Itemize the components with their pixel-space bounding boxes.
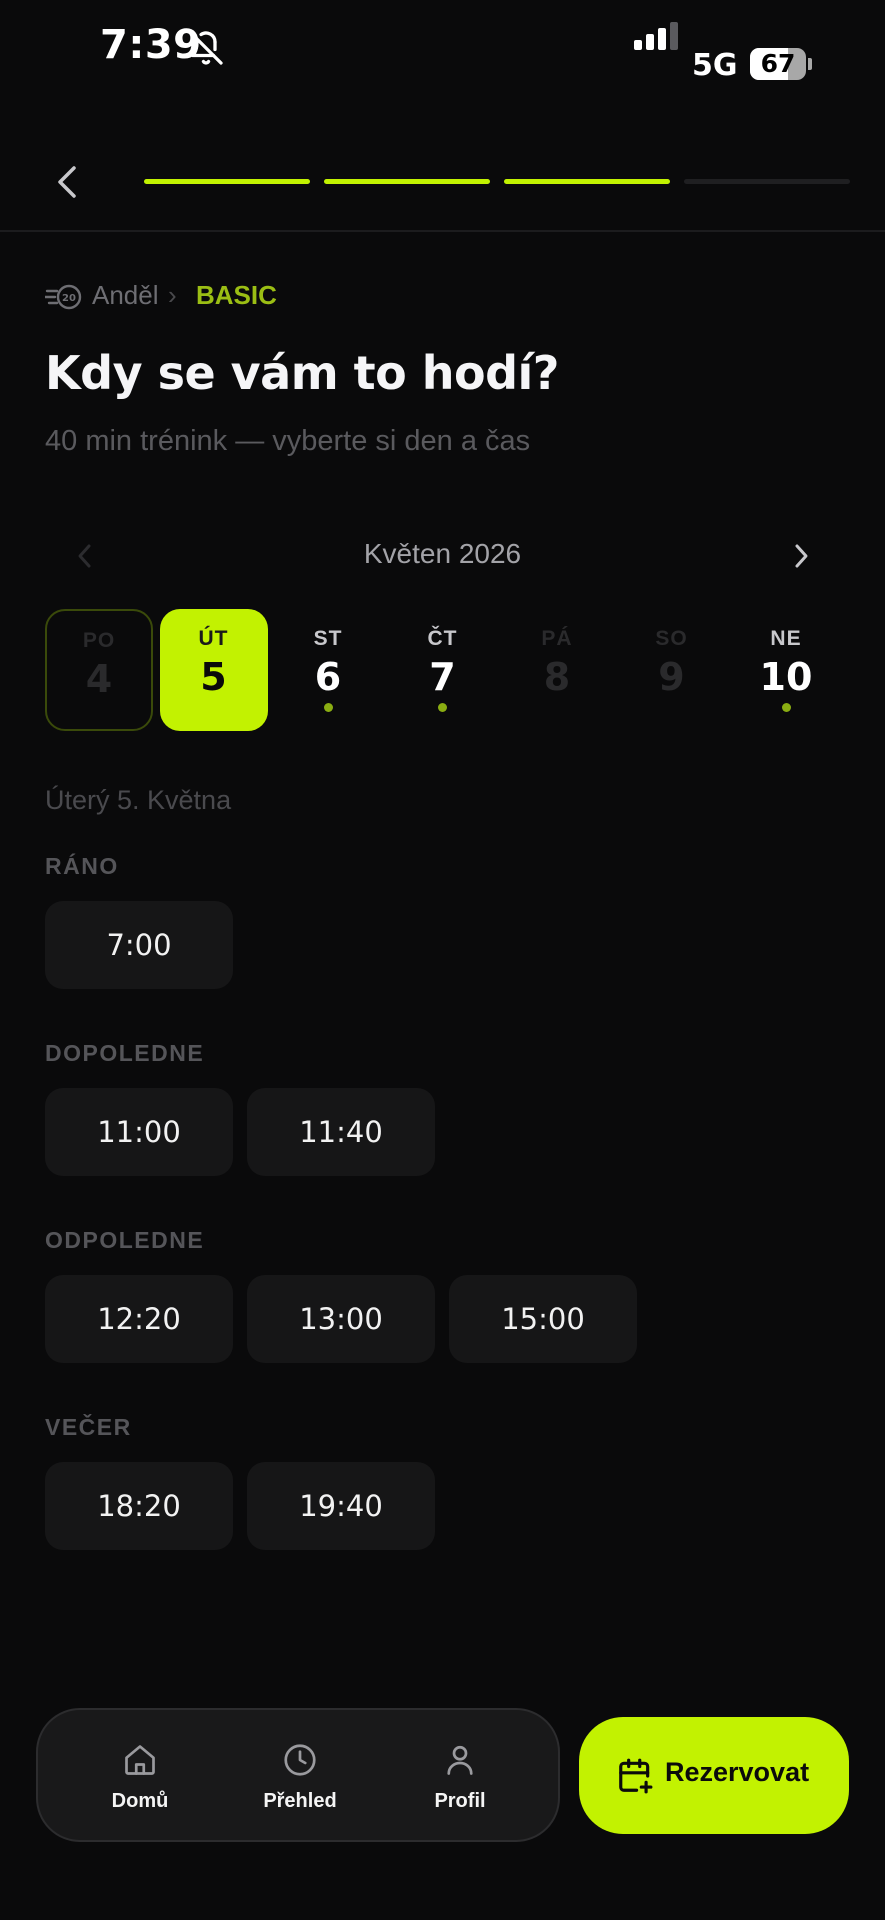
day-item[interactable]: NE 10 [732,609,840,731]
time-slot[interactable]: 11:00 [45,1088,233,1176]
day-of-week: ÚT [198,627,229,650]
home-icon [125,1745,155,1775]
day-item[interactable]: PÁ 8 [503,609,611,731]
day-number: 6 [314,655,342,699]
day-item[interactable]: SO 9 [618,609,726,731]
nav-label: Profil [434,1790,486,1812]
day-of-week: ST [313,627,343,650]
progress-segment [504,179,670,184]
day-item[interactable]: PO 4 [45,609,153,731]
battery-percent: 67 [760,49,796,78]
svg-text:20: 20 [62,293,76,304]
signal-bar [646,34,654,50]
day-of-week: ČT [427,627,458,650]
next-month-button[interactable] [786,538,816,574]
battery-tip [808,58,812,70]
fast-clock-icon: 20 [45,284,82,310]
chevron-left-icon [58,166,76,198]
nav-item-profile[interactable]: Profil [400,1710,520,1840]
progress-segment [144,179,310,184]
day-item[interactable]: ST 6 [274,609,382,731]
time-slot[interactable]: 15:00 [449,1275,637,1363]
day-number: 8 [543,655,571,699]
day-number: 4 [85,657,113,701]
availability-dot [781,703,791,712]
time-slot[interactable]: 18:20 [45,1462,233,1550]
section-label-evening: VEČER [45,1414,132,1440]
day-of-week: PÁ [541,627,573,650]
time-slot[interactable]: 12:20 [45,1275,233,1363]
battery-icon: 67 [750,48,806,80]
signal-bar [634,40,642,50]
page-title: Kdy se vám to hodí? [45,346,559,400]
nav-item-overview[interactable]: Přehled [240,1710,360,1840]
calendar-plus-icon [619,1758,653,1794]
day-number: 7 [429,655,456,699]
status-time: 7:39 [100,22,202,68]
breadcrumb-location[interactable]: Anděl [92,280,159,311]
bell-off-icon [189,31,223,65]
time-slot[interactable]: 13:00 [247,1275,435,1363]
nav-label: Domů [111,1790,169,1812]
progress-segment [684,179,850,184]
breadcrumb-plan: BASIC [196,280,277,310]
selected-date-label: Úterý 5. Května [45,785,232,815]
page-subtitle: 40 min trénink — vyberte si den a čas [45,425,531,457]
day-number: 5 [200,655,227,699]
section-label-afternoon: ODPOLEDNE [45,1227,205,1253]
day-of-week: PO [82,629,116,652]
day-of-week: SO [655,627,688,650]
signal-bar [658,28,666,50]
availability-dot [438,703,447,712]
time-slot[interactable]: 11:40 [247,1088,435,1176]
section-label-late-morning: DOPOLEDNE [45,1040,205,1066]
back-button[interactable] [48,160,88,204]
reserve-button-label: Rezervovat [665,1757,810,1787]
month-label: Květen 2026 [363,538,522,569]
prev-month-button[interactable] [70,538,100,574]
nav-item-home[interactable]: Domů [80,1710,200,1840]
day-item[interactable]: ČT 7 [389,609,497,731]
time-slot[interactable]: 19:40 [247,1462,435,1550]
bottom-nav: Domů Přehled Profil [36,1708,560,1842]
day-number: 9 [658,655,685,699]
network-type: 5G [692,48,738,83]
day-number: 10 [759,655,813,699]
user-icon [447,1745,473,1775]
reserve-button[interactable]: Rezervovat [579,1717,849,1834]
breadcrumb-separator: › [168,280,177,310]
nav-label: Přehled [263,1790,337,1812]
header-divider [0,230,885,232]
time-slot[interactable]: 7:00 [45,901,233,989]
day-item[interactable]: ÚT 5 [159,609,268,731]
day-of-week: NE [770,627,802,650]
progress-segment [324,179,490,184]
availability-dot [323,703,333,712]
signal-bar [670,22,678,50]
section-label-morning: RÁNO [45,853,119,879]
clock-icon [284,1744,316,1776]
